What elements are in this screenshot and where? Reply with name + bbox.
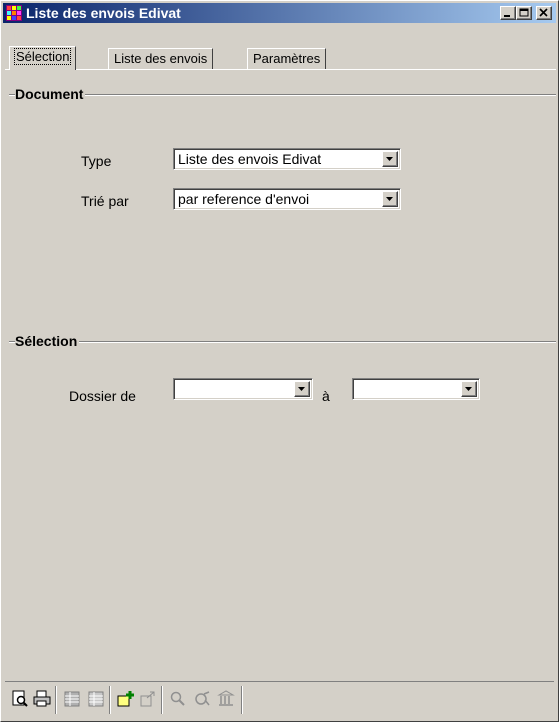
dossier-to-dropdown-button[interactable] bbox=[461, 381, 477, 397]
print-icon bbox=[33, 690, 51, 707]
minimize-button[interactable] bbox=[500, 6, 516, 20]
tab-parametres[interactable]: Paramètres bbox=[247, 48, 327, 70]
dossier-from-dropdown-button[interactable] bbox=[294, 381, 310, 397]
grid-button[interactable] bbox=[61, 688, 83, 710]
title-bar[interactable]: Liste des envois Edivat bbox=[3, 3, 556, 23]
window-title: Liste des envois Edivat bbox=[26, 5, 181, 21]
tab-liste-envois[interactable]: Liste des envois bbox=[108, 48, 214, 70]
selection-group-line bbox=[9, 341, 556, 343]
add-icon bbox=[117, 691, 134, 707]
bottom-toolbar bbox=[5, 681, 554, 718]
type-dropdown[interactable]: Liste des envois Edivat bbox=[173, 148, 401, 170]
dossier-to-label: à bbox=[322, 388, 330, 404]
minimize-icon bbox=[504, 15, 510, 17]
type-label: Type bbox=[81, 153, 112, 169]
print-button[interactable] bbox=[31, 688, 53, 710]
sort-label: Trié par bbox=[81, 193, 129, 209]
toolbar-separator bbox=[241, 686, 243, 714]
dossier-to-dropdown[interactable] bbox=[352, 378, 480, 400]
sort-dropdown[interactable]: par reference d'envoi bbox=[173, 188, 401, 210]
close-icon bbox=[539, 8, 548, 17]
sort-value: par reference d'envoi bbox=[178, 191, 310, 207]
bank-button[interactable] bbox=[215, 688, 237, 710]
tab-panel-edge bbox=[5, 69, 556, 70]
document-group-line bbox=[9, 94, 556, 96]
close-button[interactable] bbox=[536, 6, 552, 20]
preview-icon bbox=[12, 690, 28, 707]
document-group-title: Document bbox=[15, 86, 86, 102]
preview-button[interactable] bbox=[9, 688, 31, 710]
maximize-icon bbox=[519, 8, 529, 17]
chevron-down-icon bbox=[298, 387, 305, 391]
list-icon bbox=[88, 691, 104, 707]
sort-dropdown-button[interactable] bbox=[382, 191, 398, 207]
grid-icon bbox=[64, 691, 80, 707]
dossier-from-dropdown[interactable] bbox=[173, 378, 313, 400]
list-button[interactable] bbox=[85, 688, 107, 710]
dossier-from-label: Dossier de bbox=[69, 388, 136, 404]
toolbar-separator bbox=[109, 686, 111, 714]
bank-icon bbox=[217, 690, 235, 706]
chevron-down-icon bbox=[465, 387, 472, 391]
tab-selection-label: Sélection bbox=[13, 48, 72, 65]
selection-group-title: Sélection bbox=[15, 333, 80, 349]
tab-selection[interactable]: Sélection bbox=[9, 46, 77, 70]
type-dropdown-button[interactable] bbox=[382, 151, 398, 167]
app-icon bbox=[6, 5, 22, 21]
main-window: Liste des envois Edivat Sélection Liste … bbox=[0, 0, 559, 722]
toolbar-separator bbox=[55, 686, 57, 714]
tab-parametres-label: Paramètres bbox=[253, 51, 321, 66]
maximize-button[interactable] bbox=[516, 6, 532, 20]
refresh-icon bbox=[195, 691, 210, 706]
search-button[interactable] bbox=[167, 688, 189, 710]
tab-liste-envois-label: Liste des envois bbox=[114, 51, 208, 66]
export-button[interactable] bbox=[137, 688, 159, 710]
add-button[interactable] bbox=[115, 688, 137, 710]
toolbar-separator bbox=[161, 686, 163, 714]
search-icon bbox=[170, 691, 185, 706]
refresh-button[interactable] bbox=[191, 688, 213, 710]
chevron-down-icon bbox=[386, 157, 393, 161]
chevron-down-icon bbox=[386, 197, 393, 201]
type-value: Liste des envois Edivat bbox=[178, 151, 322, 167]
export-icon bbox=[140, 691, 155, 707]
